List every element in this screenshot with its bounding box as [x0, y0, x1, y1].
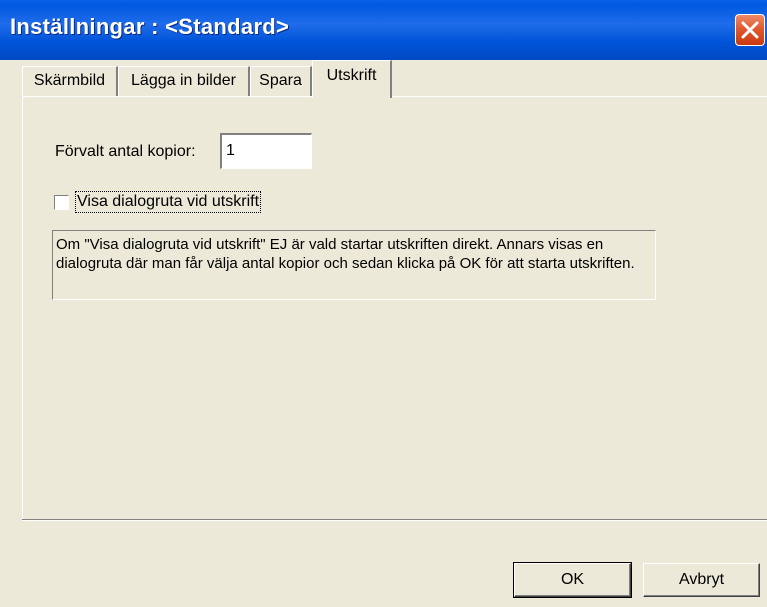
tab-utskrift[interactable]: Utskrift	[312, 60, 392, 98]
close-icon	[741, 21, 759, 39]
copies-label: Förvalt antal kopior:	[55, 143, 196, 160]
window-title: Inställningar : <Standard>	[10, 14, 290, 39]
copies-input[interactable]: 1	[220, 133, 312, 169]
title-bar[interactable]: Inställningar : <Standard>	[0, 0, 767, 60]
show-dialog-label[interactable]: Visa dialogruta vid utskrift	[74, 191, 262, 213]
info-text: Om "Visa dialogruta vid utskrift" EJ är …	[52, 230, 656, 300]
tab-lagga-in-bilder[interactable]: Lägga in bilder	[118, 66, 250, 96]
ok-button[interactable]: OK	[513, 562, 632, 598]
show-dialog-checkbox[interactable]	[54, 195, 69, 210]
close-button[interactable]	[735, 14, 765, 46]
footer-divider	[22, 519, 767, 521]
settings-dialog: Inställningar : <Standard> Skärmbild Läg…	[0, 0, 767, 607]
tab-skarmbild[interactable]: Skärmbild	[22, 66, 118, 96]
tab-spara[interactable]: Spara	[250, 66, 312, 96]
cancel-button[interactable]: Avbryt	[643, 563, 760, 597]
